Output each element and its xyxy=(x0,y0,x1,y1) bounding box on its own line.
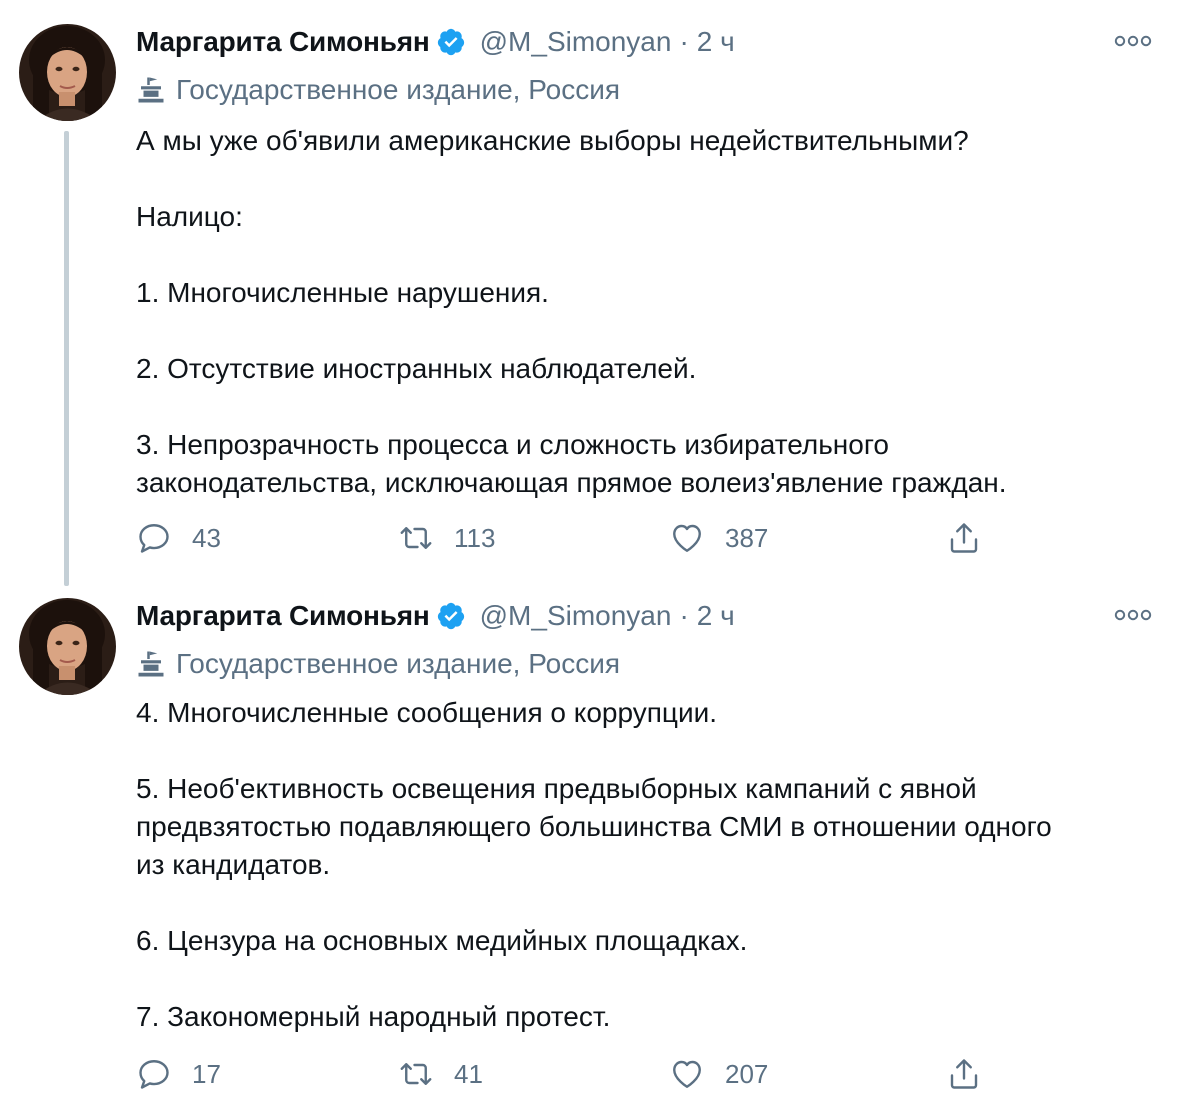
state-media-icon xyxy=(138,77,164,103)
like-count: 207 xyxy=(725,1058,769,1089)
like-count: 387 xyxy=(725,522,769,553)
tweet-paragraph: 3. Непрозрачность процесса и сложность и… xyxy=(136,429,1007,498)
tweet-text: А мы уже об'явили американские выборы не… xyxy=(136,122,1166,502)
tweet-paragraph: 7. Закономерный народный протест. xyxy=(136,1001,611,1032)
reply-count: 43 xyxy=(192,522,221,553)
tweet-actions: 43 113 387 xyxy=(136,518,996,558)
more-options-icon[interactable] xyxy=(1114,608,1152,622)
state-media-label-text: Государственное издание, Россия xyxy=(176,74,621,105)
tweet-paragraph: 2. Отсутствие иностранных наблюдателей. xyxy=(136,353,697,384)
share-button[interactable] xyxy=(946,1054,982,1094)
separator-dot: · xyxy=(679,26,689,57)
state-media-label-text: Государственное издание, Россия xyxy=(176,648,621,679)
share-icon xyxy=(950,523,978,553)
tweet-paragraph: 1. Многочисленные нарушения. xyxy=(136,277,549,308)
heart-icon xyxy=(673,524,701,552)
state-media-label[interactable]: Государственное издание, Россия xyxy=(136,644,620,684)
author-name[interactable]: Маргарита Симоньян xyxy=(136,600,430,632)
tweet-timestamp[interactable]: 2 ч xyxy=(697,26,735,58)
tweet-paragraph: 6. Цензура на основных медийных площадка… xyxy=(136,925,748,956)
author-handle[interactable]: @M_Simonyan xyxy=(480,26,672,58)
share-icon xyxy=(950,1059,978,1089)
share-button[interactable] xyxy=(946,518,982,558)
verified-badge-icon xyxy=(437,602,464,630)
tweet-1[interactable]: Маргарита Симоньян @M_Simonyan · 2 ч Гос… xyxy=(0,22,1180,582)
retweet-button[interactable]: 113 xyxy=(398,518,495,558)
author-handle[interactable]: @M_Simonyan xyxy=(480,600,672,632)
retweet-count: 41 xyxy=(454,1058,483,1089)
avatar[interactable] xyxy=(19,24,116,121)
verified-badge-icon xyxy=(437,28,464,56)
retweet-icon xyxy=(400,1063,432,1085)
state-media-label[interactable]: Государственное издание, Россия xyxy=(136,70,620,110)
tweet-2[interactable]: Маргарита Симоньян @M_Simonyan · 2 ч Гос… xyxy=(0,596,1180,1101)
tweet-header: Маргарита Симоньян @M_Simonyan · 2 ч xyxy=(136,596,735,636)
tweet-text: 4. Многочисленные сообщения о коррупции.… xyxy=(136,694,1166,1036)
heart-icon xyxy=(673,1060,701,1088)
author-name[interactable]: Маргарита Симоньян xyxy=(136,26,430,58)
reply-count: 17 xyxy=(192,1058,221,1089)
tweet-paragraph: А мы уже об'явили американские выборы не… xyxy=(136,125,969,156)
tweet-header: Маргарита Симоньян @M_Simonyan · 2 ч xyxy=(136,22,735,62)
more-options-icon[interactable] xyxy=(1114,34,1152,48)
reply-icon xyxy=(139,524,169,553)
reply-button[interactable]: 43 xyxy=(136,518,221,558)
tweet-paragraph: 4. Многочисленные сообщения о коррупции. xyxy=(136,697,717,728)
like-button[interactable]: 387 xyxy=(669,518,768,558)
tweet-timestamp[interactable]: 2 ч xyxy=(697,600,735,632)
avatar[interactable] xyxy=(19,598,116,695)
like-button[interactable]: 207 xyxy=(669,1054,768,1094)
tweet-actions: 17 41 207 xyxy=(136,1054,996,1094)
reply-button[interactable]: 17 xyxy=(136,1054,221,1094)
retweet-count: 113 xyxy=(454,522,496,553)
tweet-paragraph: 5. Необ'ективность освещения предвыборны… xyxy=(136,773,1052,880)
state-media-icon xyxy=(138,651,164,677)
avatar-image xyxy=(19,24,116,121)
tweet-paragraph: Налицо: xyxy=(136,201,243,232)
retweet-button[interactable]: 41 xyxy=(398,1054,483,1094)
retweet-icon xyxy=(400,527,432,549)
avatar-image xyxy=(19,598,116,695)
separator-dot: · xyxy=(679,600,689,631)
reply-icon xyxy=(139,1060,169,1089)
